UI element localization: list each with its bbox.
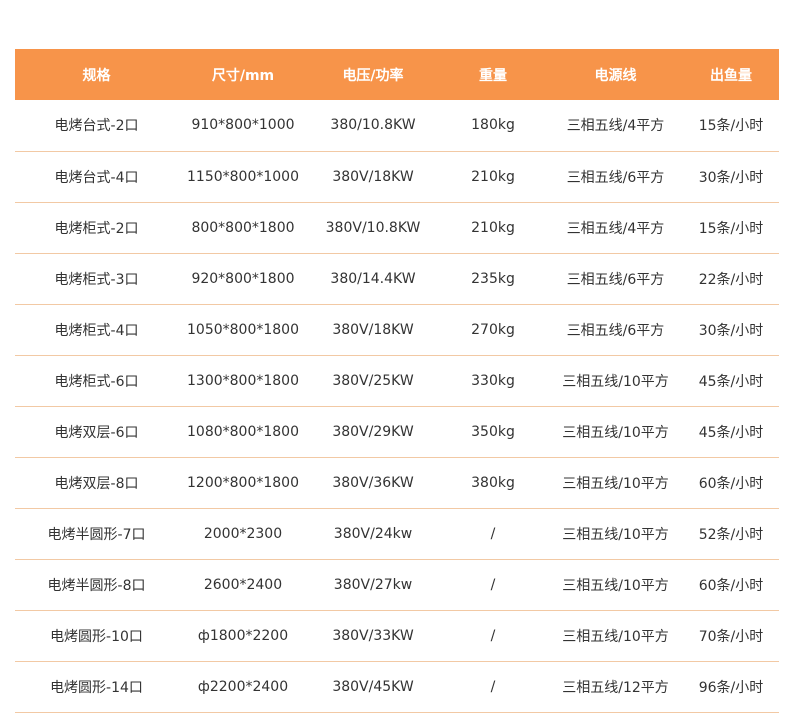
cell-output: 15条/小时	[698, 118, 764, 135]
cell-output: 15条/小时	[698, 220, 764, 237]
cell-power-cable: 三相五线/10平方	[562, 628, 669, 645]
cell-size: 1080*800*1800	[187, 423, 299, 440]
cell-output: 96条/小时	[698, 679, 764, 696]
cell-size: 1050*800*1800	[187, 321, 299, 338]
cell-power-cable: 三相五线/10平方	[562, 373, 669, 390]
cell-voltage-power: 380V/36KW	[332, 474, 414, 491]
header-spec: 规格	[82, 67, 111, 84]
cell-size: ф2200*2400	[197, 678, 289, 695]
table-body: 电烤台式-2口 910*800*1000 380/10.8KW 180kg 三相五线/4…	[15, 100, 779, 712]
table-row: 电烤双层-6口 1080*800*1800 380V/29KW 350kg 三相五线/1…	[15, 406, 779, 457]
cell-voltage-power: 380V/25KW	[332, 372, 414, 389]
cell-weight: /	[490, 627, 496, 644]
cell-output: 45条/小时	[698, 373, 764, 390]
header-output: 出鱼量	[710, 67, 752, 84]
cell-power-cable: 三相五线/4平方	[566, 220, 665, 237]
cell-weight: 270kg	[471, 321, 515, 338]
cell-spec: 电烤半圆形-7口	[47, 526, 146, 543]
cell-output: 52条/小时	[698, 526, 764, 543]
header-power-cable: 电源线	[594, 67, 637, 84]
cell-spec: 电烤台式-2口	[54, 118, 139, 135]
cell-weight: 380kg	[471, 474, 515, 491]
cell-size: 1300*800*1800	[187, 372, 299, 389]
cell-spec: 电烤双层-6口	[54, 424, 139, 441]
cell-voltage-power: 380V/10.8KW	[325, 219, 421, 236]
cell-voltage-power: 380V/45KW	[332, 678, 414, 695]
cell-voltage-power: 380V/33KW	[332, 627, 414, 644]
cell-voltage-power: 380V/24kw	[333, 525, 413, 542]
cell-voltage-power: 380V/27kw	[333, 576, 413, 593]
cell-weight: /	[490, 678, 496, 695]
cell-weight: 330kg	[471, 372, 515, 389]
cell-power-cable: 三相五线/12平方	[562, 679, 669, 696]
table-row: 电烤柜式-4口 1050*800*1800 380V/18KW 270kg 三相五线/6…	[15, 304, 779, 355]
header-voltage-power: 电压/功率	[342, 67, 404, 84]
cell-spec: 电烤圆形-14口	[50, 679, 143, 696]
cell-voltage-power: 380/14.4KW	[330, 270, 416, 287]
table-header-row: 规格 尺寸/mm 电压/功率 重量 电源线 出鱼量	[15, 49, 779, 100]
cell-spec: 电烤半圆形-8口	[47, 577, 146, 594]
cell-power-cable: 三相五线/10平方	[562, 526, 669, 543]
cell-weight: 180kg	[471, 117, 515, 134]
cell-weight: /	[490, 576, 496, 593]
cell-output: 22条/小时	[698, 271, 764, 288]
cell-power-cable: 三相五线/4平方	[566, 118, 665, 135]
spec-table-container: 规格 尺寸/mm 电压/功率 重量 电源线 出鱼量 电烤台式-2口 910*800…	[15, 49, 779, 713]
cell-weight: 210kg	[471, 219, 515, 236]
cell-spec: 电烤柜式-4口	[54, 322, 139, 339]
cell-output: 60条/小时	[698, 577, 764, 594]
cell-voltage-power: 380V/18KW	[332, 168, 414, 185]
cell-size: 920*800*1800	[191, 270, 295, 287]
cell-power-cable: 三相五线/10平方	[562, 475, 669, 492]
table-row: 电烤半圆形-8口 2600*2400 380V/27kw / 三相五线/10平方 60条/…	[15, 559, 779, 610]
spec-table: 规格 尺寸/mm 电压/功率 重量 电源线 出鱼量 电烤台式-2口 910*800…	[15, 49, 779, 713]
table-row: 电烤圆形-10口 ф1800*2200 380V/33KW / 三相五线/10平方 70条…	[15, 610, 779, 661]
cell-spec: 电烤柜式-3口	[54, 271, 139, 288]
cell-weight: 210kg	[471, 168, 515, 185]
cell-spec: 电烤双层-8口	[54, 475, 139, 492]
cell-output: 45条/小时	[698, 424, 764, 441]
cell-size: 2600*2400	[203, 576, 283, 593]
table-row: 电烤半圆形-7口 2000*2300 380V/24kw / 三相五线/10平方 52条/…	[15, 508, 779, 559]
cell-voltage-power: 380V/18KW	[332, 321, 414, 338]
cell-power-cable: 三相五线/10平方	[562, 577, 669, 594]
cell-size: 910*800*1000	[191, 117, 295, 134]
cell-output: 70条/小时	[698, 628, 764, 645]
cell-size: 800*800*1800	[191, 219, 295, 236]
cell-spec: 电烤台式-4口	[54, 169, 139, 186]
cell-power-cable: 三相五线/6平方	[566, 271, 665, 288]
cell-size: 1150*800*1000	[187, 168, 299, 185]
table-row: 电烤台式-2口 910*800*1000 380/10.8KW 180kg 三相五线/4…	[15, 100, 779, 151]
cell-voltage-power: 380V/29KW	[332, 423, 414, 440]
cell-weight: 350kg	[471, 423, 515, 440]
table-row: 电烤台式-4口 1150*800*1000 380V/18KW 210kg 三相五线/6…	[15, 151, 779, 202]
header-weight: 重量	[479, 67, 507, 84]
cell-output: 60条/小时	[698, 475, 764, 492]
table-row: 电烤双层-8口 1200*800*1800 380V/36KW 380kg 三相五线/1…	[15, 457, 779, 508]
cell-size: ф1800*2200	[197, 627, 289, 644]
header-size: 尺寸/mm	[211, 67, 275, 84]
cell-power-cable: 三相五线/6平方	[566, 322, 665, 339]
cell-power-cable: 三相五线/6平方	[566, 169, 665, 186]
table-row: 电烤柜式-2口 800*800*1800 380V/10.8KW 210kg 三相五线/…	[15, 202, 779, 253]
cell-voltage-power: 380/10.8KW	[330, 117, 416, 134]
cell-spec: 电烤柜式-6口	[54, 373, 139, 390]
cell-spec: 电烤圆形-10口	[50, 628, 143, 645]
table-row: 电烤柜式-6口 1300*800*1800 380V/25KW 330kg 三相五线/1…	[15, 355, 779, 406]
cell-spec: 电烤柜式-2口	[54, 220, 139, 237]
cell-weight: 235kg	[471, 270, 515, 287]
cell-weight: /	[490, 525, 496, 542]
table-row: 电烤圆形-14口 ф2200*2400 380V/45KW / 三相五线/12平方 96条…	[15, 661, 779, 712]
cell-size: 1200*800*1800	[187, 474, 299, 491]
cell-size: 2000*2300	[203, 525, 283, 542]
cell-output: 30条/小时	[698, 169, 764, 186]
cell-power-cable: 三相五线/10平方	[562, 424, 669, 441]
cell-output: 30条/小时	[698, 322, 764, 339]
table-row: 电烤柜式-3口 920*800*1800 380/14.4KW 235kg 三相五线/6…	[15, 253, 779, 304]
